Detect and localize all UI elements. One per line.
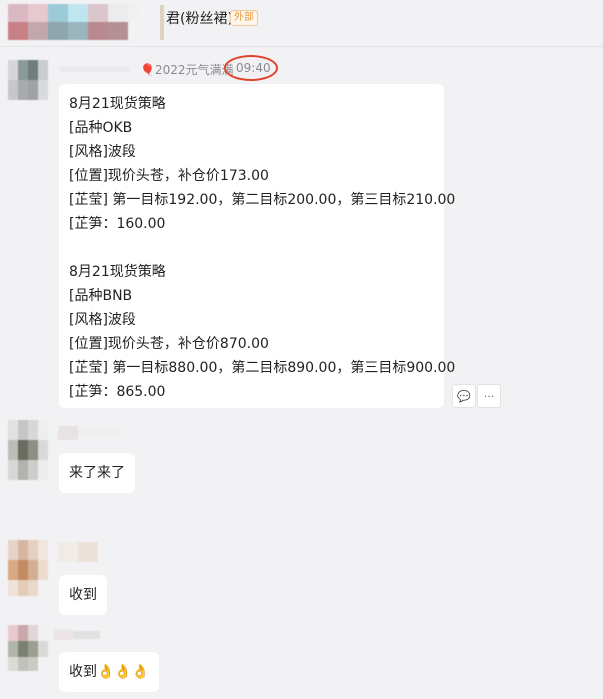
message-text: 来了来了: [69, 465, 125, 481]
external-badge: 外部: [230, 10, 258, 26]
message-line: [品种OKB: [69, 120, 133, 136]
message-line: [芷莹] 第一目标192.00，第二目标200.00，第三目标210.00: [69, 192, 456, 208]
sender-name-redacted: [60, 66, 130, 72]
header-separator: [0, 46, 603, 47]
message-line: 8月21现货策略: [69, 96, 166, 112]
comment-button[interactable]: 💬: [452, 384, 476, 408]
comment-icon: 💬: [457, 389, 471, 403]
avatar[interactable]: [8, 420, 48, 480]
avatar[interactable]: [8, 625, 48, 671]
message-bubble[interactable]: 来了来了: [59, 453, 135, 493]
message-line: [风格]波段: [69, 312, 136, 328]
message-line: [风格]波段: [69, 144, 136, 160]
message-bubble[interactable]: 收到: [59, 575, 107, 615]
message-line: 8月21现货策略: [69, 264, 166, 280]
message-bubble[interactable]: 收到👌👌👌: [59, 652, 160, 692]
highlight-circle: [224, 55, 278, 81]
avatar[interactable]: [8, 60, 48, 100]
avatar[interactable]: [8, 540, 48, 596]
message-line: [芷笋：160.00: [69, 216, 166, 232]
message-line: [芷笋：865.00: [69, 384, 166, 400]
sender-name-redacted: [58, 426, 138, 440]
message-line: [品种BNB: [69, 288, 133, 304]
message-line: [芷莹] 第一目标880.00，第二目标890.00，第三目标900.00: [69, 360, 456, 376]
message-line: [位置]现价头苍，补仓价173.00: [69, 168, 269, 184]
chat-header: 君(粉丝裙) 外部: [0, 0, 603, 46]
sender-name-redacted: [54, 630, 100, 640]
message-text: 收到👌👌👌: [69, 664, 150, 680]
header-divider: [160, 5, 164, 40]
sender-title: 🎈2022元气满满: [140, 63, 234, 77]
message-line: [位置]现价头苍，补仓价870.00: [69, 336, 269, 352]
message-bubble[interactable]: 8月21现货策略 [品种OKB [风格]波段 [位置]现价头苍，补仓价173.0…: [59, 84, 456, 408]
more-button[interactable]: ···: [477, 384, 501, 408]
message-text: 收到: [69, 587, 97, 603]
group-avatar[interactable]: [8, 4, 138, 40]
message-line: [69, 236, 444, 260]
group-name[interactable]: 君(粉丝裙): [166, 8, 233, 28]
more-icon: ···: [483, 389, 495, 403]
sender-name-redacted: [58, 542, 100, 564]
